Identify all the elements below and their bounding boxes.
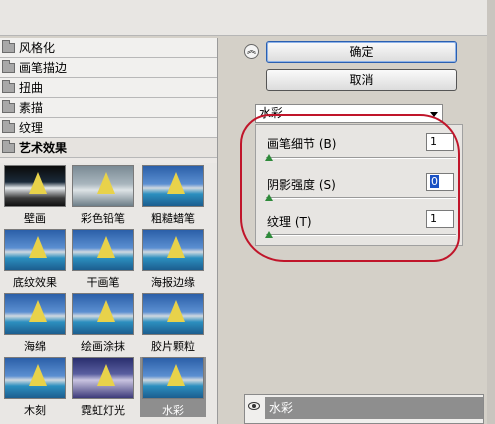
category-distort[interactable]: 扭曲 bbox=[0, 78, 217, 98]
thumbnail-film-grain[interactable]: 胶片颗粒 bbox=[140, 293, 206, 353]
eye-icon[interactable] bbox=[248, 402, 260, 410]
brush-detail-label: 画笔细节 (B) bbox=[267, 137, 337, 151]
thumbnail-image bbox=[4, 165, 66, 207]
folder-icon bbox=[2, 39, 15, 53]
thumbnail-fresco[interactable]: 壁画 bbox=[2, 165, 68, 225]
thumbnail-label: 霓虹灯光 bbox=[81, 404, 125, 417]
thumbnail-label: 水彩 bbox=[162, 404, 184, 417]
dropdown-arrow-icon bbox=[430, 112, 438, 117]
thumbnail-label: 海报边缘 bbox=[151, 276, 195, 289]
folder-icon bbox=[2, 119, 15, 133]
thumbnail-sponge[interactable]: 海绵 bbox=[2, 293, 68, 353]
shadow-intensity-input[interactable]: 0 bbox=[426, 173, 454, 191]
category-label: 纹理 bbox=[19, 121, 44, 135]
category-label: 素描 bbox=[19, 101, 44, 115]
thumbnail-watercolor[interactable]: 水彩 bbox=[140, 357, 206, 417]
window-edge bbox=[487, 0, 495, 424]
thumbnail-label: 海绵 bbox=[24, 340, 46, 353]
category-sketch[interactable]: 素描 bbox=[0, 98, 217, 118]
slider-thumb-icon[interactable] bbox=[265, 154, 273, 161]
category-label: 扭曲 bbox=[19, 81, 44, 95]
thumbnail-image bbox=[72, 165, 134, 207]
texture-value: 1 bbox=[430, 212, 437, 225]
thumbnail-dry-brush[interactable]: 干画笔 bbox=[70, 229, 136, 289]
thumbnail-poster-edges[interactable]: 海报边缘 bbox=[140, 229, 206, 289]
thumbnail-image bbox=[4, 229, 66, 271]
category-label: 风格化 bbox=[19, 41, 56, 55]
shadow-intensity-slider[interactable] bbox=[266, 197, 456, 199]
collapse-gallery-button[interactable]: ︽ bbox=[244, 44, 259, 59]
shadow-intensity-label: 阴影强度 (S) bbox=[267, 178, 336, 192]
thumbnail-label: 胶片颗粒 bbox=[151, 340, 195, 353]
thumbnail-image bbox=[4, 293, 66, 335]
thumbnail-colored-pencil[interactable]: 彩色铅笔 bbox=[70, 165, 136, 225]
thumbnail-image bbox=[4, 357, 66, 399]
thumbnail-label: 彩色铅笔 bbox=[81, 212, 125, 225]
cancel-button[interactable]: 取消 bbox=[266, 69, 457, 91]
thumbnail-label: 干画笔 bbox=[86, 276, 120, 289]
brush-detail-value: 1 bbox=[430, 135, 437, 148]
filter-parameters: 画笔细节 (B) 1 阴影强度 (S) 0 纹理 (T) 1 bbox=[255, 124, 463, 246]
top-bar bbox=[0, 0, 495, 36]
category-stylize[interactable]: 风格化 bbox=[0, 38, 217, 58]
category-artistic[interactable]: 艺术效果 bbox=[0, 138, 217, 158]
thumbnail-image bbox=[142, 229, 204, 271]
thumbnail-neon-glow[interactable]: 霓虹灯光 bbox=[70, 357, 136, 417]
thumbnail-image bbox=[72, 293, 134, 335]
category-label: 画笔描边 bbox=[19, 61, 68, 75]
thumbnail-image bbox=[142, 293, 204, 335]
effect-layer-row[interactable]: 水彩 bbox=[265, 397, 483, 419]
texture-slider[interactable] bbox=[266, 234, 456, 236]
slider-thumb-icon[interactable] bbox=[265, 194, 273, 201]
category-brush-strokes[interactable]: 画笔描边 bbox=[0, 58, 217, 78]
thumbnail-label: 木刻 bbox=[24, 404, 46, 417]
folder-icon bbox=[2, 59, 15, 73]
shadow-intensity-value: 0 bbox=[430, 175, 439, 188]
effect-layer-name: 水彩 bbox=[269, 401, 294, 415]
texture-label: 纹理 (T) bbox=[267, 215, 312, 229]
folder-icon bbox=[2, 79, 15, 93]
thumbnail-paint-daubs[interactable]: 绘画涂抹 bbox=[70, 293, 136, 353]
filter-gallery: 风格化 画笔描边 扭曲 素描 纹理 艺术效果 壁画 彩色铅笔 粗糙蜡笔 底纹效果… bbox=[0, 38, 218, 424]
thumbnail-label: 绘画涂抹 bbox=[81, 340, 125, 353]
thumbnail-grid: 壁画 彩色铅笔 粗糙蜡笔 底纹效果 干画笔 海报边缘 海绵 绘画涂抹 胶片颗粒 … bbox=[0, 163, 217, 424]
thumbnail-cutout[interactable]: 木刻 bbox=[2, 357, 68, 417]
filter-select[interactable]: 水彩 bbox=[255, 104, 443, 123]
thumbnail-label: 粗糙蜡笔 bbox=[151, 212, 195, 225]
brush-detail-slider[interactable] bbox=[266, 157, 456, 159]
filter-select-value: 水彩 bbox=[259, 106, 284, 120]
texture-input[interactable]: 1 bbox=[426, 210, 454, 228]
category-label: 艺术效果 bbox=[19, 141, 68, 155]
effect-layers-panel: 水彩 bbox=[244, 394, 484, 424]
thumbnail-rough-pastels[interactable]: 粗糙蜡笔 bbox=[140, 165, 206, 225]
thumbnail-label: 壁画 bbox=[24, 212, 46, 225]
ok-button[interactable]: 确定 bbox=[266, 41, 457, 63]
brush-detail-input[interactable]: 1 bbox=[426, 133, 454, 151]
folder-open-icon bbox=[2, 139, 15, 153]
thumbnail-image bbox=[72, 357, 134, 399]
thumbnail-image bbox=[142, 357, 204, 399]
thumbnail-image bbox=[142, 165, 204, 207]
thumbnail-image bbox=[72, 229, 134, 271]
thumbnail-label: 底纹效果 bbox=[13, 276, 57, 289]
thumbnail-underpainting[interactable]: 底纹效果 bbox=[2, 229, 68, 289]
chevron-up-icon: ︽ bbox=[246, 46, 256, 56]
slider-thumb-icon[interactable] bbox=[265, 231, 273, 238]
category-texture[interactable]: 纹理 bbox=[0, 118, 217, 138]
folder-icon bbox=[2, 99, 15, 113]
